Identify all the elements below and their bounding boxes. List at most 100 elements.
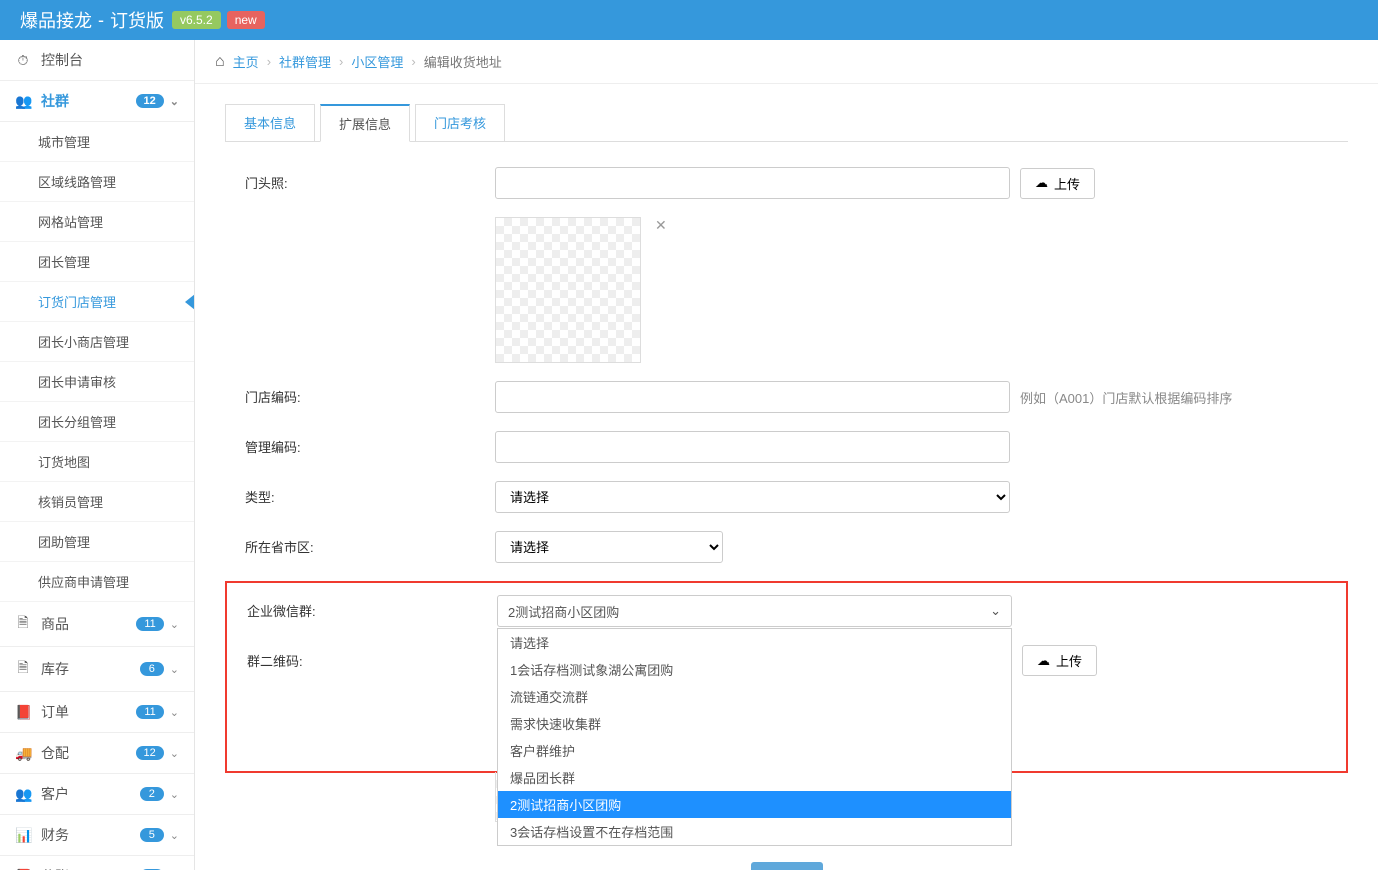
- tab-label: 扩展信息: [339, 117, 391, 132]
- qr-label: 群二维码:: [227, 645, 497, 670]
- sidebar-sub-label: 团助管理: [38, 535, 90, 550]
- sidebar-item-label: 分账: [41, 866, 69, 870]
- dropdown-option-label: 1会话存档测试象湖公寓团购: [510, 663, 673, 678]
- tab-audit[interactable]: 门店考核: [415, 104, 505, 142]
- sidebar-item-warehouse[interactable]: 🚚仓配 12⌄: [0, 733, 194, 774]
- version-badge: v6.5.2: [172, 11, 221, 29]
- sidebar-item-community[interactable]: 👥 社群 12 ⌄: [0, 81, 194, 122]
- tab-basic[interactable]: 基本信息: [225, 104, 315, 142]
- dropdown-option[interactable]: 请选择: [498, 629, 1011, 656]
- tab-ext[interactable]: 扩展信息: [320, 104, 410, 142]
- breadcrumb-current: 编辑收货地址: [424, 52, 502, 71]
- sidebar-item-split[interactable]: 📕分账 4⌄: [0, 856, 194, 870]
- cloud-upload-icon: ☁: [1035, 175, 1048, 191]
- sidebar-sub-grid[interactable]: 网格站管理: [0, 202, 194, 242]
- row-wechat-group: 企业微信群: 2测试招商小区团购 ⌄ 请选择 1会话存档测试象湖公寓团购 流链通…: [227, 595, 1346, 627]
- sidebar-item-label: 仓配: [41, 743, 69, 763]
- shop-photo-input[interactable]: [495, 167, 1010, 199]
- sidebar-sub-group-manage[interactable]: 团长分组管理: [0, 402, 194, 442]
- breadcrumb: ⌂ 主页 › 社群管理 › 小区管理 › 编辑收货地址: [195, 40, 1378, 84]
- sidebar-item-label: 库存: [41, 659, 69, 679]
- sidebar-sub-storeorder[interactable]: 订货门店管理: [0, 282, 194, 322]
- sidebar-item-stock[interactable]: 🗎库存 6⌄: [0, 647, 194, 692]
- sidebar-sub-order-map[interactable]: 订货地图: [0, 442, 194, 482]
- upload-button[interactable]: ☁ 上传: [1022, 645, 1097, 676]
- wechat-group-selected-text: 2测试招商小区团购: [508, 602, 619, 621]
- manage-code-input[interactable]: [495, 431, 1010, 463]
- dropdown-option[interactable]: 客户群维护: [498, 737, 1011, 764]
- wechat-group-select[interactable]: 2测试招商小区团购 ⌄: [497, 595, 1012, 627]
- sidebar-sub-label: 城市管理: [38, 135, 90, 150]
- shop-code-help: 例如（A001）门店默认根据编码排序: [1020, 388, 1232, 407]
- book-icon: 📕: [15, 704, 31, 721]
- sidebar-item-console[interactable]: ⏱ 控制台: [0, 40, 194, 81]
- sidebar-sub-label: 供应商申请管理: [38, 575, 129, 590]
- breadcrumb-home[interactable]: 主页: [233, 52, 259, 71]
- count-badge: 11: [136, 705, 163, 719]
- dropdown-option[interactable]: 需求快速收集群: [498, 710, 1011, 737]
- home-icon[interactable]: ⌂: [215, 53, 225, 71]
- dropdown-option[interactable]: 3会话存档设置不在存档范围: [498, 818, 1011, 845]
- sidebar-item-label: 客户: [41, 784, 69, 804]
- row-shop-photo-preview: ✕: [225, 217, 1348, 363]
- sidebar-item-label: 控制台: [41, 50, 83, 70]
- sidebar-sub-verifier[interactable]: 核销员管理: [0, 482, 194, 522]
- upload-button[interactable]: ☁ 上传: [1020, 168, 1095, 199]
- sidebar-sub-assist[interactable]: 团助管理: [0, 522, 194, 562]
- dropdown-option-label: 2测试招商小区团购: [510, 798, 621, 813]
- dropdown-option-label: 需求快速收集群: [510, 717, 601, 732]
- sidebar-sub-leader[interactable]: 团长管理: [0, 242, 194, 282]
- sidebar-sub-city[interactable]: 城市管理: [0, 122, 194, 162]
- chevron-down-icon: ⌄: [170, 788, 179, 801]
- dropdown-option[interactable]: 爆品团长群: [498, 764, 1011, 791]
- sidebar-item-order[interactable]: 📕订单 11⌄: [0, 692, 194, 733]
- chevron-down-icon: ⌄: [170, 663, 179, 676]
- close-icon[interactable]: ✕: [655, 217, 667, 234]
- save-button[interactable]: 保存: [751, 862, 823, 870]
- sidebar-sub-label: 订货门店管理: [38, 295, 116, 310]
- sidebar-item-label: 社群: [41, 91, 69, 111]
- sidebar-sub-label: 区域线路管理: [38, 175, 116, 190]
- dashboard-icon: ⏱: [15, 52, 31, 69]
- sidebar-sub-ministore[interactable]: 团长小商店管理: [0, 322, 194, 362]
- sidebar-item-finance[interactable]: 📊财务 5⌄: [0, 815, 194, 856]
- tabs: 基本信息 扩展信息 门店考核: [225, 104, 1348, 142]
- sidebar-sub-route[interactable]: 区域线路管理: [0, 162, 194, 202]
- type-select[interactable]: 请选择: [495, 481, 1010, 513]
- dropdown-option[interactable]: 流链通交流群: [498, 683, 1011, 710]
- sidebar-sub-label: 团长管理: [38, 255, 90, 270]
- sidebar-sub-supplier-apply[interactable]: 供应商申请管理: [0, 562, 194, 602]
- sidebar-sub-label: 团长小商店管理: [38, 335, 129, 350]
- count-badge: 12: [136, 94, 164, 108]
- dropdown-option-label: 客户群维护: [510, 744, 575, 759]
- shop-code-label: 门店编码:: [225, 381, 495, 406]
- upload-label: 上传: [1054, 174, 1080, 193]
- app-edition: 订货版: [110, 7, 164, 33]
- region-select[interactable]: 请选择: [495, 531, 723, 563]
- breadcrumb-district[interactable]: 小区管理: [351, 52, 403, 71]
- cloud-upload-icon: ☁: [1037, 653, 1050, 669]
- row-type: 类型: 请选择: [225, 481, 1348, 513]
- sidebar-sub-label: 核销员管理: [38, 495, 103, 510]
- sidebar-sub-apply-audit[interactable]: 团长申请审核: [0, 362, 194, 402]
- breadcrumb-community[interactable]: 社群管理: [279, 52, 331, 71]
- sidebar-item-customer[interactable]: 👥客户 2⌄: [0, 774, 194, 815]
- region-label: 所在省市区:: [225, 531, 495, 556]
- sidebar-item-product[interactable]: 🗎商品 11⌄: [0, 602, 194, 647]
- sidebar-sub-label: 团长分组管理: [38, 415, 116, 430]
- row-manage-code: 管理编码:: [225, 431, 1348, 463]
- shop-code-input[interactable]: [495, 381, 1010, 413]
- dropdown-option-label: 3会话存档设置不在存档范围: [510, 825, 673, 840]
- dropdown-option-selected[interactable]: 2测试招商小区团购: [498, 791, 1011, 818]
- new-badge: new: [227, 11, 265, 29]
- manage-code-label: 管理编码:: [225, 431, 495, 456]
- chevron-down-icon: ⌄: [170, 618, 179, 631]
- sidebar-sub-label: 网格站管理: [38, 215, 103, 230]
- count-badge: 11: [136, 617, 163, 631]
- dropdown-option[interactable]: 1会话存档测试象湖公寓团购: [498, 656, 1011, 683]
- chevron-down-icon: ⌄: [990, 603, 1001, 619]
- chevron-down-icon: ⌄: [170, 829, 179, 842]
- count-badge: 6: [140, 662, 164, 676]
- breadcrumb-sep: ›: [411, 54, 415, 69]
- sidebar-item-label: 订单: [41, 702, 69, 722]
